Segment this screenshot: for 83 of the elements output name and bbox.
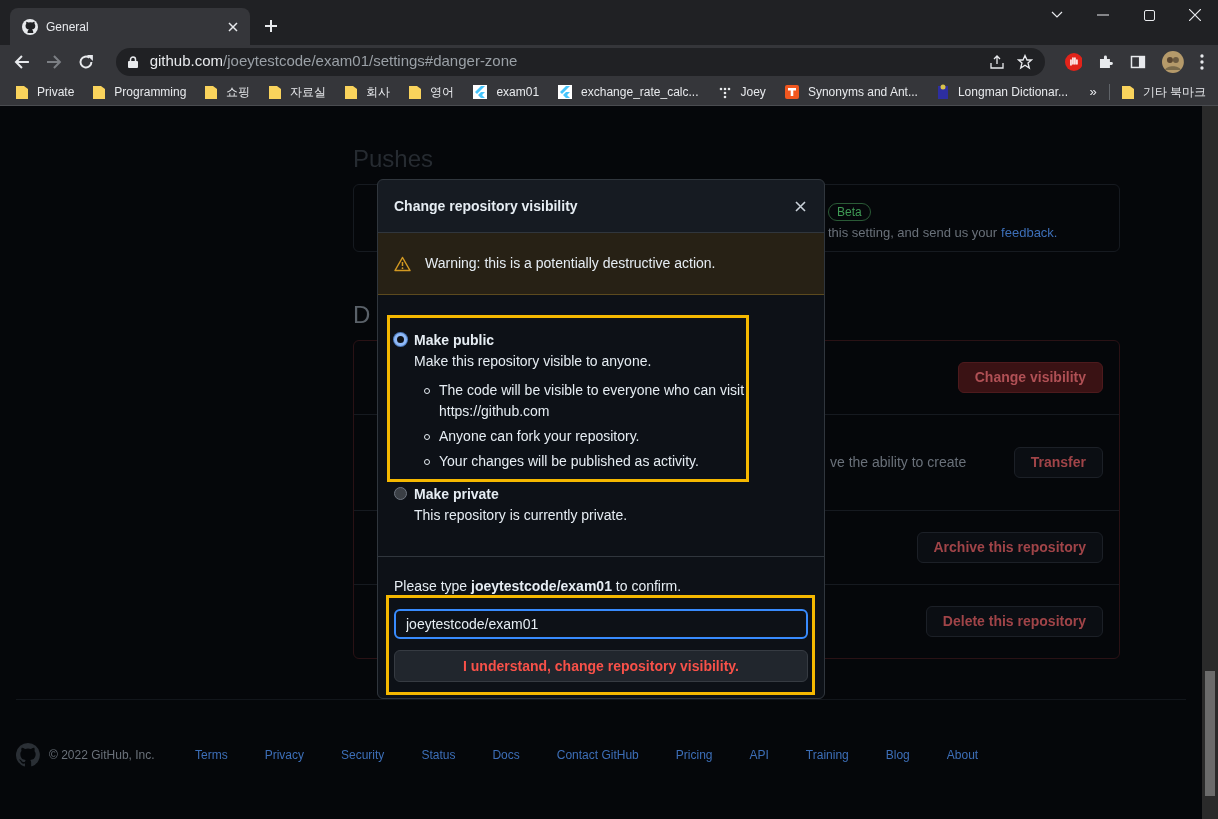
browser-tab[interactable]: General	[10, 8, 250, 45]
feedback-link[interactable]: feedback.	[1001, 223, 1058, 243]
footer-link[interactable]: Security	[341, 746, 385, 764]
bookmark[interactable]: Synonyms and Ant...	[784, 82, 918, 101]
folder-icon	[205, 84, 218, 99]
close-icon[interactable]	[1189, 9, 1201, 21]
site-icon	[784, 84, 799, 99]
danger-button[interactable]: Change visibility	[957, 362, 1103, 393]
danger-button[interactable]: Archive this repository	[916, 532, 1103, 563]
folder-icon	[269, 84, 282, 99]
radio-button[interactable]	[394, 487, 407, 500]
star-icon[interactable]	[1016, 53, 1033, 70]
bookmark[interactable]: Joey	[717, 82, 766, 101]
bookmark[interactable]: 쇼핑	[205, 82, 251, 101]
folder-icon	[345, 84, 358, 99]
footer-link[interactable]: Blog	[885, 746, 910, 764]
bookmark[interactable]: 회사	[345, 82, 391, 101]
folder-icon	[409, 84, 422, 99]
url-text: github.com/joeytestcode/exam01/settings#danger-zone	[149, 51, 519, 72]
bookmark[interactable]: 영어	[409, 82, 455, 101]
radio-button[interactable]	[394, 333, 407, 346]
back-icon[interactable]	[14, 53, 30, 70]
maximize-icon[interactable]	[1143, 9, 1155, 21]
section-heading: D	[353, 300, 372, 330]
bookmark[interactable]: 기타 북마크	[1121, 82, 1206, 101]
bookmark[interactable]: Longman Dictionar...	[936, 82, 1068, 101]
overflow-chevron[interactable]: »	[1089, 81, 1097, 102]
bookmark[interactable]: exchange_rate_calc...	[558, 82, 699, 101]
extensions-icon[interactable]	[1098, 53, 1115, 70]
bullet-text: Your changes will be published as activity.	[439, 452, 700, 471]
scrollbar[interactable]	[1202, 106, 1218, 819]
github-logo-icon	[16, 743, 40, 767]
confirm-instruction: Please type joeytestcode/exam01 to confirm.	[394, 577, 683, 596]
danger-button[interactable]: Transfer	[1013, 447, 1103, 478]
warning-text: Warning: this is a potentially destructive action.	[425, 254, 716, 273]
chevron-down-icon[interactable]	[1051, 11, 1063, 19]
dialog-title: Change repository visibility	[394, 196, 578, 216]
bullet-text: The code will be visible to everyone who can visit https://github.com	[439, 381, 746, 421]
option-description: This repository is currently private.	[414, 506, 628, 525]
option-description: Make this repository visible to anyone.	[414, 352, 653, 371]
card-note: this setting, and send us your	[828, 224, 998, 242]
footer-link[interactable]: About	[946, 746, 979, 764]
confirm-button[interactable]: I understand, change repository visibility.	[394, 650, 808, 682]
share-icon[interactable]	[988, 53, 1005, 70]
footer-link[interactable]: Training	[805, 746, 849, 764]
github-icon	[22, 18, 38, 35]
address-bar[interactable]: github.com/joeytestcode/exam01/settings#danger-zone	[115, 47, 1045, 76]
option-label: Make public	[414, 331, 496, 350]
bookmark[interactable]: exam01	[473, 82, 540, 101]
confirm-input[interactable]: joeytestcode/exam01	[394, 609, 808, 639]
tab-title: General	[46, 18, 90, 36]
footer-link[interactable]: Privacy	[264, 746, 304, 764]
option-label: Make private	[414, 485, 500, 504]
footer-link[interactable]: Pricing	[675, 746, 713, 764]
close-icon[interactable]	[228, 21, 238, 32]
menu-icon[interactable]	[1200, 53, 1204, 70]
lock-icon	[127, 55, 138, 68]
bookmark[interactable]: Programming	[93, 82, 187, 101]
flutter-icon	[473, 84, 488, 99]
flutter-icon	[558, 84, 573, 99]
warning-icon	[394, 255, 411, 272]
danger-button[interactable]: Delete this repository	[925, 606, 1103, 637]
row-text: ve the ability to create	[830, 453, 967, 472]
folder-icon	[16, 84, 28, 99]
reload-icon[interactable]	[77, 53, 94, 70]
hand-extension-icon[interactable]	[1064, 52, 1083, 71]
bookmark[interactable]: Private	[16, 82, 75, 101]
folder-icon	[1121, 84, 1134, 99]
profile-avatar[interactable]	[1162, 50, 1184, 73]
new-tab-icon[interactable]	[264, 19, 278, 33]
footer-link[interactable]: API	[749, 746, 769, 764]
footer-link[interactable]: Contact GitHub	[556, 746, 639, 764]
side-panel-icon[interactable]	[1130, 53, 1147, 70]
footer-link[interactable]: Terms	[195, 746, 228, 764]
forward-icon[interactable]	[45, 53, 62, 70]
footer-link[interactable]: Docs	[492, 746, 520, 764]
bookmark[interactable]: 자료실	[269, 82, 327, 101]
copyright-text: © 2022 GitHub, Inc.	[49, 747, 156, 764]
site-icon	[936, 83, 949, 100]
close-icon[interactable]	[795, 200, 806, 212]
bullet-text: Anyone can fork your repository.	[439, 427, 641, 446]
folder-icon	[93, 84, 106, 99]
footer-link[interactable]: Status	[421, 746, 456, 764]
